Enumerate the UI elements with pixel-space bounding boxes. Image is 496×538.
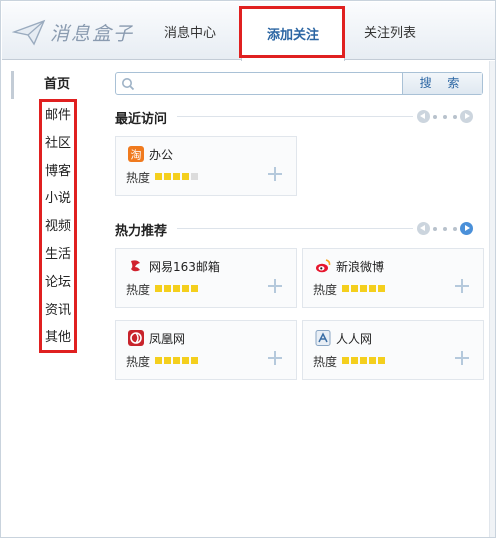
- hot-pager: [417, 222, 473, 235]
- site-card-name[interactable]: 新浪微博: [336, 258, 384, 275]
- ifeng-icon: [128, 330, 144, 346]
- site-card[interactable]: 人人网热度: [302, 320, 484, 380]
- app-logo: 消息盒子: [12, 14, 134, 50]
- search-icon: [122, 78, 135, 91]
- site-card[interactable]: 新浪微博热度: [302, 248, 484, 308]
- heat-star: [182, 357, 189, 364]
- heat-rating: [155, 357, 200, 364]
- sidebar-category-item[interactable]: 视频: [42, 213, 74, 241]
- site-card-name[interactable]: 人人网: [336, 330, 372, 347]
- heat-star: [173, 285, 180, 292]
- heat-star: [164, 173, 171, 180]
- heat-star: [378, 357, 385, 364]
- taobao-icon: 淘: [128, 146, 144, 162]
- site-card-name[interactable]: 办公: [149, 146, 173, 163]
- heat-label: 热度: [126, 171, 151, 185]
- heat-star: [369, 285, 376, 292]
- heat-rating: [155, 173, 200, 180]
- tab-add-follow[interactable]: 添加关注: [241, 8, 345, 61]
- header-bar: 消息盒子 消息中心 添加关注 关注列表: [2, 2, 495, 61]
- pager-dot: [433, 114, 437, 119]
- site-card[interactable]: 网易163邮箱热度: [115, 248, 297, 308]
- heat-rating: [342, 285, 387, 292]
- sidebar-category-item[interactable]: 资讯: [42, 297, 74, 325]
- weibo-icon: [315, 258, 331, 274]
- app-logo-text: 消息盒子: [50, 22, 135, 45]
- tab-message-center[interactable]: 消息中心: [164, 23, 216, 45]
- search-button[interactable]: 搜 索: [402, 73, 482, 94]
- sidebar-category-list: 邮件 社区 博客 小说 视频 生活 论坛 资讯 其他: [39, 99, 77, 353]
- heat-star: [182, 285, 189, 292]
- sidebar-category-item[interactable]: 论坛: [42, 269, 74, 297]
- recent-pager: [417, 110, 473, 123]
- heat-star: [378, 285, 385, 292]
- tab-add-follow-label: 添加关注: [266, 28, 319, 43]
- recent-prev-arrow-icon[interactable]: [417, 110, 430, 123]
- svg-text:淘: 淘: [131, 149, 142, 162]
- heat-label: 热度: [126, 355, 151, 369]
- heat-star: [191, 173, 198, 180]
- add-follow-plus-icon[interactable]: [455, 279, 469, 293]
- heat-star: [191, 285, 198, 292]
- hot-prev-arrow-icon[interactable]: [417, 222, 430, 235]
- heat-star: [342, 285, 349, 292]
- heat-star: [164, 285, 171, 292]
- search-input[interactable]: [138, 74, 402, 93]
- pager-dot: [443, 226, 447, 231]
- site-card-name[interactable]: 凤凰网: [149, 330, 185, 347]
- sidebar-category-item[interactable]: 社区: [42, 130, 74, 158]
- heat-star: [173, 357, 180, 364]
- hot-next-arrow-icon[interactable]: [460, 222, 473, 235]
- add-follow-plus-icon[interactable]: [268, 279, 282, 293]
- sidebar-category-item[interactable]: 其他: [42, 324, 74, 352]
- paper-plane-icon: [12, 19, 46, 46]
- site-card[interactable]: 凤凰网热度: [115, 320, 297, 380]
- recent-next-arrow-icon[interactable]: [460, 110, 473, 123]
- site-card-name[interactable]: 网易163邮箱: [149, 258, 220, 275]
- pager-dot: [453, 114, 457, 119]
- heat-star: [182, 173, 189, 180]
- heat-star: [173, 173, 180, 180]
- heat-star: [351, 285, 358, 292]
- add-follow-plus-icon[interactable]: [268, 351, 282, 365]
- heat-star: [360, 285, 367, 292]
- hot-section-title: 热力推荐: [115, 224, 168, 239]
- renren-icon: [315, 330, 331, 346]
- heat-star: [155, 285, 162, 292]
- heat-star: [351, 357, 358, 364]
- heat-label: 热度: [313, 283, 338, 297]
- heat-star: [155, 173, 162, 180]
- heat-star: [164, 357, 171, 364]
- heat-label: 热度: [313, 355, 338, 369]
- heat-star: [191, 357, 198, 364]
- pager-dot: [433, 226, 437, 231]
- sidebar-category-item[interactable]: 邮件: [42, 102, 74, 130]
- search-box: 搜 索: [115, 72, 483, 95]
- pager-dot: [443, 114, 447, 119]
- heat-rating: [155, 285, 200, 292]
- heat-label: 热度: [126, 283, 151, 297]
- hot-section-divider: [177, 228, 413, 229]
- add-follow-plus-icon[interactable]: [455, 351, 469, 365]
- site-card[interactable]: 淘办公热度: [115, 136, 297, 196]
- pager-dot: [453, 226, 457, 231]
- netease-icon: [128, 258, 144, 274]
- heat-star: [155, 357, 162, 364]
- tab-follow-list[interactable]: 关注列表: [364, 23, 416, 45]
- sidebar-category-item[interactable]: 博客: [42, 158, 74, 186]
- heat-star: [360, 357, 367, 364]
- heat-star: [342, 357, 349, 364]
- recent-section-title: 最近访问: [115, 112, 168, 127]
- add-follow-plus-icon[interactable]: [268, 167, 282, 181]
- heat-star: [369, 357, 376, 364]
- sidebar-category-item[interactable]: 生活: [42, 241, 74, 269]
- message-box-window: 消息盒子 消息中心 添加关注 关注列表 首页 邮件 社区 博客 小说 视频 生活 论坛 资讯其…: [0, 0, 496, 538]
- scrollbar-track[interactable]: [489, 61, 495, 537]
- heat-rating: [342, 357, 387, 364]
- sidebar-category-item[interactable]: 小说: [42, 185, 74, 213]
- sidebar-item-home[interactable]: 首页: [11, 71, 103, 99]
- recent-section-divider: [177, 116, 413, 117]
